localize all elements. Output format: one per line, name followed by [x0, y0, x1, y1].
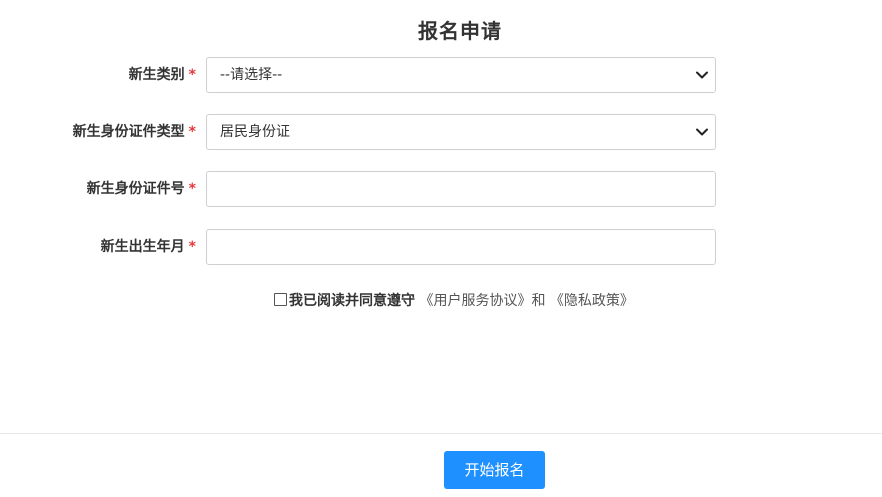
agreement-line: 我已阅读并同意遵守 《用户服务协议》和 《隐私政策》 [274, 292, 634, 310]
birth-date-input[interactable] [207, 230, 715, 264]
field-label-text: 新生身份证件号 [86, 181, 185, 197]
agreement-checkbox[interactable] [274, 293, 287, 306]
field-row-birth-date: 新生出生年月 * [0, 229, 882, 265]
student-category-select[interactable]: --请选择-- [206, 57, 716, 93]
field-label: 新生身份证件类型 * [73, 114, 196, 150]
required-mark: * [188, 239, 196, 255]
id-type-select[interactable]: 居民身份证 [206, 114, 716, 150]
required-mark: * [188, 181, 196, 197]
page-title: 报名申请 [418, 19, 502, 43]
field-label-text: 新生类别 [128, 67, 185, 83]
field-label: 新生出生年月 * [101, 229, 196, 265]
required-mark: * [188, 67, 196, 83]
chevron-down-icon [696, 128, 708, 136]
field-row-id-number: 新生身份证件号 * [0, 171, 882, 207]
field-label-text: 新生身份证件类型 [72, 124, 185, 140]
birth-date-field-box [206, 229, 716, 265]
id-number-input[interactable] [207, 172, 715, 206]
id-number-field-box [206, 171, 716, 207]
select-value: --请选择-- [220, 67, 283, 83]
start-registration-button[interactable]: 开始报名 [444, 451, 545, 489]
required-mark: * [188, 124, 196, 140]
select-value: 居民身份证 [220, 124, 290, 140]
field-row-student-category: 新生类别 * --请选择-- [0, 57, 882, 93]
field-row-id-type: 新生身份证件类型 * 居民身份证 [0, 114, 882, 150]
agreement-prefix: 我已阅读并同意遵守 [289, 293, 415, 309]
footer-divider [0, 433, 882, 434]
registration-page: 报名申请 新生类别 * --请选择-- 新生身份证件类型 * 居民身份证 新生身份证… [0, 0, 882, 497]
chevron-down-icon [696, 71, 708, 79]
privacy-policy-link[interactable]: 《隐私政策》 [550, 293, 634, 309]
user-agreement-link[interactable]: 《用户服务协议》 [419, 293, 531, 309]
field-label: 新生身份证件号 * [87, 171, 196, 207]
field-label: 新生类别 * [129, 57, 196, 93]
agreement-conjunction: 和 [531, 293, 546, 309]
field-label-text: 新生出生年月 [100, 239, 185, 255]
